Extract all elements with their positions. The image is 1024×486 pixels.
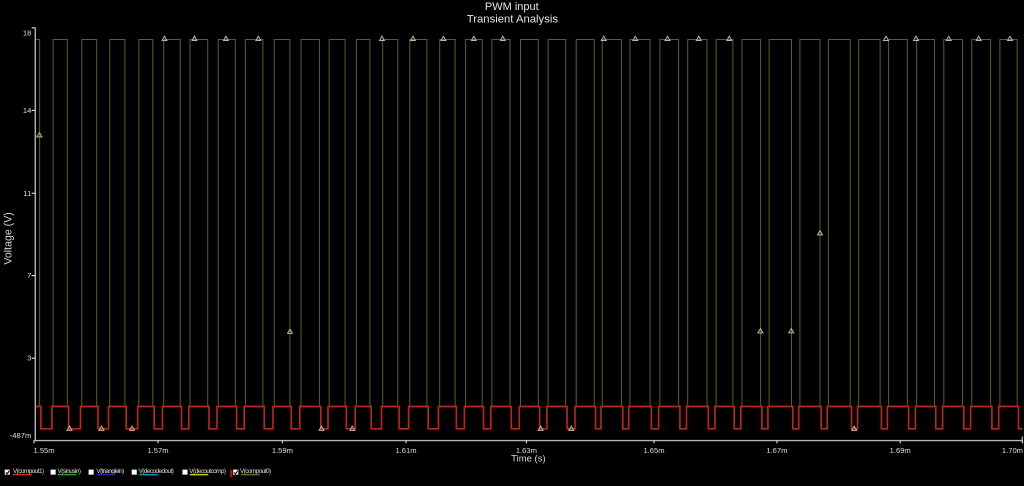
svg-text:14: 14 — [23, 106, 31, 115]
svg-text:7: 7 — [27, 271, 31, 280]
svg-text:1.67m: 1.67m — [766, 446, 787, 455]
svg-text:1.59m: 1.59m — [272, 446, 293, 455]
svg-text:1.55m: 1.55m — [34, 446, 55, 455]
svg-text:1.57m: 1.57m — [147, 446, 168, 455]
svg-text:Time (s): Time (s) — [511, 453, 545, 464]
svg-text:1.70m: 1.70m — [1002, 446, 1023, 455]
svg-text:11: 11 — [23, 189, 31, 198]
svg-text:1.69m: 1.69m — [890, 446, 911, 455]
svg-text:3: 3 — [27, 354, 31, 363]
svg-text:PWM input: PWM input — [485, 1, 539, 13]
svg-text:Transient Analysis: Transient Analysis — [467, 13, 559, 25]
svg-text:1.61m: 1.61m — [395, 446, 416, 455]
svg-text:1.65m: 1.65m — [643, 446, 664, 455]
svg-text:-487m: -487m — [10, 431, 32, 440]
svg-text:18: 18 — [23, 28, 31, 37]
svg-text:Voltage (V): Voltage (V) — [3, 212, 15, 264]
